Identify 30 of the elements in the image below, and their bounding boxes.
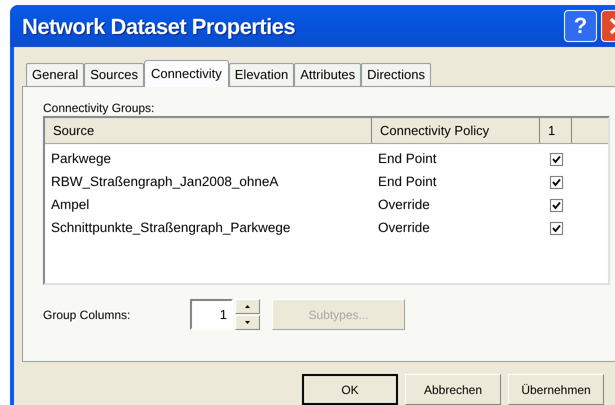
group-columns-field[interactable]: 1 [190, 299, 233, 330]
tab[interactable]: Elevation [228, 63, 294, 86]
checkbox[interactable] [550, 199, 562, 212]
groups-label: Connectivity Groups: [43, 100, 156, 116]
table-cell-text: Schnittpunkte_Straßengraph_Parkwege [50, 219, 292, 238]
column-header[interactable]: Source [45, 118, 372, 143]
window-title: Network Dataset Properties [22, 12, 296, 41]
table-cell-text: RBW_Straßengraph_Jan2008_ohneA [50, 173, 280, 192]
tab[interactable]: Sources [84, 63, 144, 86]
tab[interactable]: General [26, 63, 84, 86]
tab[interactable]: Connectivity [144, 60, 229, 87]
checkbox[interactable] [550, 176, 562, 189]
spin-buttons[interactable] [235, 299, 260, 330]
dialog-button[interactable]: Übernehmen [508, 374, 604, 405]
table-cell-text: Parkwege [50, 150, 112, 168]
checkbox[interactable] [550, 222, 562, 235]
tab[interactable]: Directions [361, 63, 431, 86]
help-button[interactable]: ? [564, 10, 597, 42]
table-cell-text: Override [377, 196, 431, 214]
table-cell-text: Override [377, 219, 431, 238]
column-header[interactable]: Connectivity Policy [372, 118, 540, 143]
dialog-button[interactable]: Abbrechen [405, 374, 501, 405]
group-columns-label: Group Columns: [43, 306, 132, 324]
column-header[interactable]: 1 [540, 118, 572, 143]
table-cell-text: End Point [377, 150, 438, 168]
checkbox[interactable] [550, 153, 562, 166]
table-cell-text: Ampel [50, 196, 90, 214]
table-cell-text: End Point [377, 173, 438, 192]
dialog-button[interactable]: OK [302, 374, 398, 405]
tab[interactable]: Attributes [294, 63, 362, 86]
